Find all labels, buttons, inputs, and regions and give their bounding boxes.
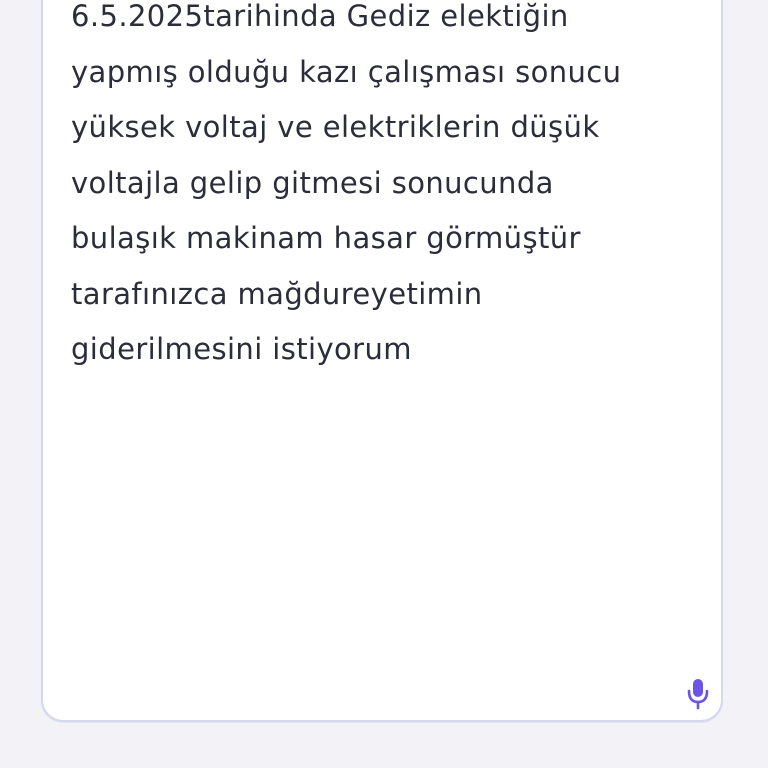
complaint-description-text[interactable]: 6.5.2025tarihinda Gediz elektiğin yapmış… bbox=[71, 0, 711, 378]
microphone-icon bbox=[687, 679, 709, 710]
complaint-textarea[interactable]: 6.5.2025tarihinda Gediz elektiğin yapmış… bbox=[41, 0, 723, 722]
complaint-screen: 6.5.2025tarihinda Gediz elektiğin yapmış… bbox=[0, 0, 768, 768]
voice-input-button[interactable] bbox=[683, 674, 713, 714]
